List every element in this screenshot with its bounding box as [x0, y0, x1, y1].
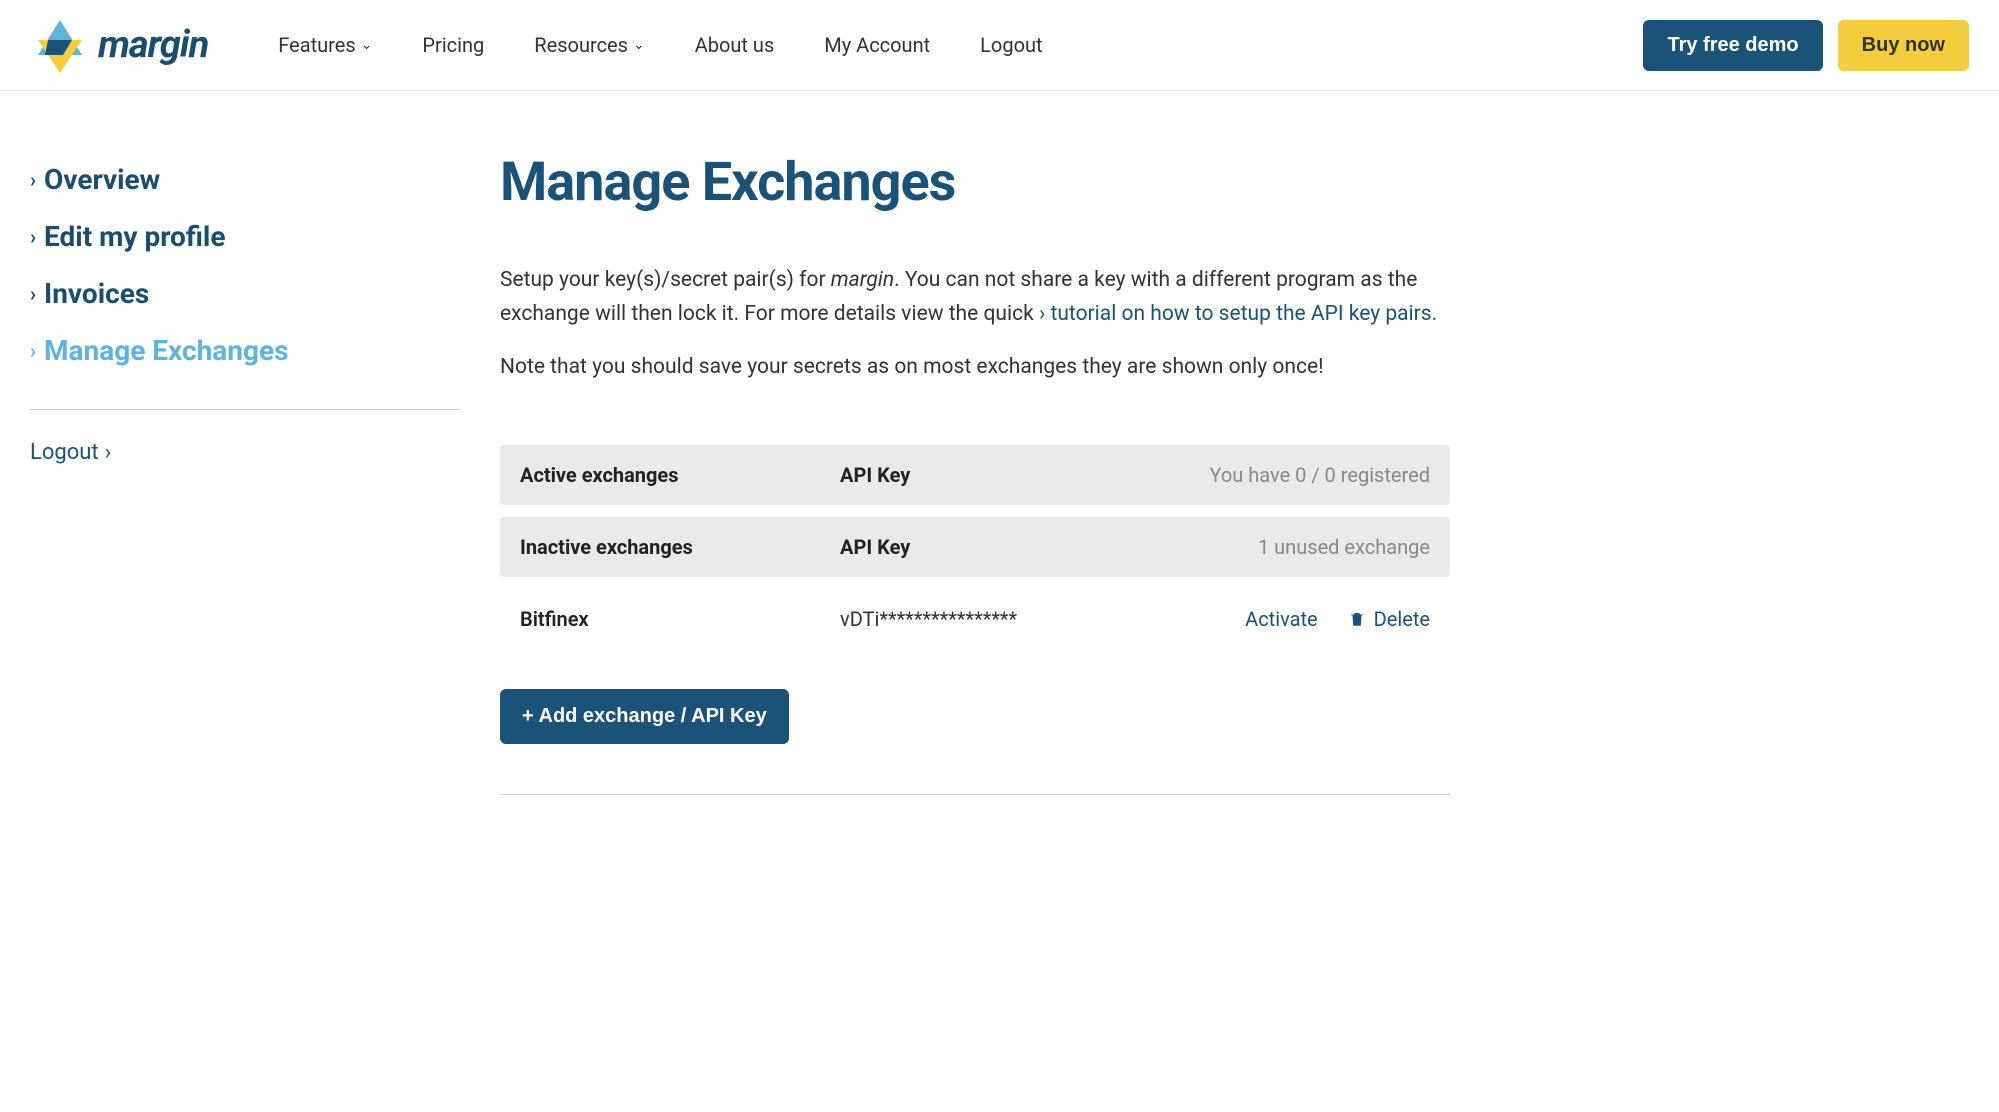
logo-text: margin [98, 23, 208, 67]
page-title: Manage Exchanges [500, 151, 1450, 214]
intro-paragraph: Setup your key(s)/secret pair(s) for mar… [500, 264, 1450, 331]
sidebar-overview-label: Overview [44, 163, 160, 196]
intro-brand-em: margin [831, 268, 894, 292]
sidebar-manage-exchanges-label: Manage Exchanges [44, 334, 288, 367]
sidebar-item-edit-profile[interactable]: › Edit my profile [30, 208, 460, 265]
nav-features[interactable]: Features ⌄ [278, 33, 372, 57]
exchange-row: Bitfinex vDTi**************** Activate D… [500, 589, 1450, 649]
active-status-text: You have 0 / 0 registered [1210, 463, 1431, 487]
inactive-status-text: 1 unused exchange [1258, 535, 1430, 559]
inactive-header-label: Inactive exchanges [520, 535, 840, 559]
sidebar-invoices-label: Invoices [44, 277, 149, 310]
tutorial-link[interactable]: › tutorial on how to setup the API key p… [1039, 302, 1437, 326]
nav-logout[interactable]: Logout [980, 33, 1042, 57]
caret-icon: › [105, 440, 112, 465]
activate-link[interactable]: Activate [1245, 607, 1318, 631]
nav-resources-label: Resources [534, 33, 628, 57]
nav-about-label: About us [695, 33, 775, 57]
chevron-down-icon: ⌄ [633, 37, 645, 53]
sidebar: › Overview › Edit my profile › Invoices … [30, 151, 460, 795]
chevron-down-icon: ⌄ [361, 37, 373, 53]
exchange-actions: Activate Delete [1245, 607, 1430, 631]
sidebar-logout-label: Logout [30, 440, 99, 465]
tutorial-link-text: tutorial on how to setup the API key pai… [1050, 302, 1437, 326]
sidebar-item-manage-exchanges[interactable]: › Manage Exchanges [30, 322, 460, 379]
delete-link[interactable]: Delete [1348, 607, 1430, 631]
header-buttons: Try free demo Buy now [1643, 20, 1969, 71]
sidebar-edit-profile-label: Edit my profile [44, 220, 225, 253]
inactive-exchanges-header: Inactive exchanges API Key 1 unused exch… [500, 517, 1450, 577]
trash-icon [1348, 610, 1366, 628]
exchange-apikey: vDTi**************** [840, 607, 1245, 631]
note-paragraph: Note that you should save your secrets a… [500, 351, 1450, 385]
caret-icon: › [30, 339, 36, 363]
nav-account-label: My Account [824, 33, 930, 57]
main-content: Manage Exchanges Setup your key(s)/secre… [500, 151, 1450, 795]
nav-about[interactable]: About us [695, 33, 775, 57]
page-container: › Overview › Edit my profile › Invoices … [0, 91, 1920, 855]
try-demo-button[interactable]: Try free demo [1643, 20, 1822, 71]
exchange-name: Bitfinex [520, 607, 840, 631]
nav-pricing[interactable]: Pricing [422, 33, 484, 57]
intro-text-a: Setup your key(s)/secret pair(s) for [500, 268, 831, 292]
caret-icon: › [30, 168, 36, 192]
tutorial-chevron: › [1039, 302, 1045, 326]
sidebar-divider [30, 409, 460, 410]
sidebar-logout[interactable]: Logout › [30, 440, 460, 465]
logo[interactable]: margin [30, 15, 208, 75]
inactive-apikey-label: API Key [840, 535, 1258, 559]
main-nav: Features ⌄ Pricing Resources ⌄ About us … [278, 33, 1603, 57]
nav-logout-label: Logout [980, 33, 1042, 57]
logo-icon [30, 15, 90, 75]
activate-label: Activate [1245, 607, 1318, 631]
active-exchanges-header: Active exchanges API Key You have 0 / 0 … [500, 445, 1450, 505]
header: margin Features ⌄ Pricing Resources ⌄ Ab… [0, 0, 1999, 91]
delete-label: Delete [1374, 607, 1430, 631]
bottom-divider [500, 794, 1450, 795]
nav-account[interactable]: My Account [824, 33, 930, 57]
add-exchange-button[interactable]: + Add exchange / API Key [500, 689, 789, 744]
active-header-label: Active exchanges [520, 463, 840, 487]
active-apikey-label: API Key [840, 463, 1210, 487]
buy-now-button[interactable]: Buy now [1838, 20, 1969, 71]
sidebar-item-overview[interactable]: › Overview [30, 151, 460, 208]
nav-features-label: Features [278, 33, 355, 57]
nav-resources[interactable]: Resources ⌄ [534, 33, 644, 57]
nav-pricing-label: Pricing [422, 33, 484, 57]
sidebar-item-invoices[interactable]: › Invoices [30, 265, 460, 322]
caret-icon: › [30, 225, 36, 249]
caret-icon: › [30, 282, 36, 306]
